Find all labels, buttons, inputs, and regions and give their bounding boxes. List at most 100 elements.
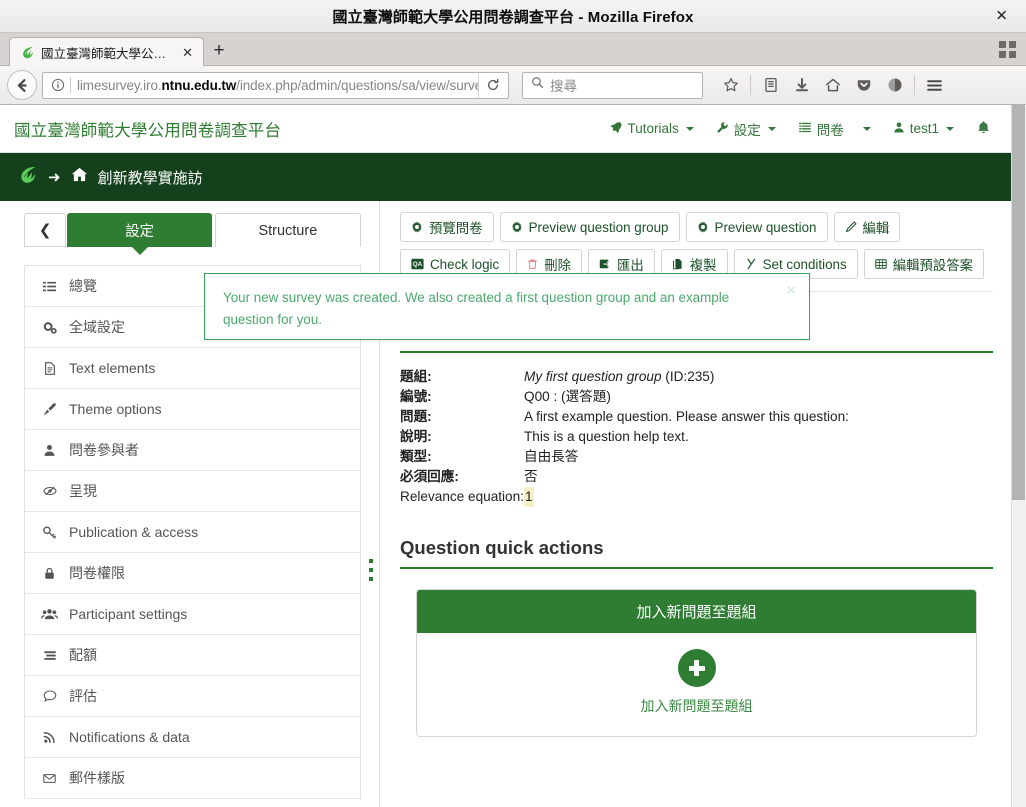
- sidebar-item-survey-permissions[interactable]: 問卷權限: [25, 553, 360, 594]
- rss-icon: [41, 730, 58, 744]
- topnav-label-settings: 設定: [733, 122, 761, 138]
- row-value: 否: [524, 469, 538, 484]
- sidebar-item-survey-participants[interactable]: 問卷參與者: [25, 430, 360, 471]
- sidebar-label: Participant settings: [69, 606, 188, 622]
- window-title: 國立臺灣師範大學公用問卷調查平台 - Mozilla Firefox: [332, 8, 694, 26]
- preview-question-group-button[interactable]: Preview question group: [499, 212, 680, 242]
- copy-icon: [672, 258, 684, 270]
- browser-tab-close-icon[interactable]: ✕: [178, 46, 197, 59]
- sidebar-item-theme-options[interactable]: Theme options: [25, 389, 360, 430]
- browser-tab[interactable]: 國立臺灣師範大學公… ✕: [9, 37, 204, 66]
- topnav-item-tutorials[interactable]: Tutorials: [609, 121, 694, 137]
- pocket-icon[interactable]: [849, 71, 878, 100]
- search-icon: [531, 76, 544, 94]
- sidebar-item-participant-settings[interactable]: Participant settings: [25, 594, 360, 635]
- sidebar-item-notifications-data[interactable]: Notifications & data: [25, 717, 360, 758]
- envelope-icon: [41, 772, 58, 785]
- rocket-icon: [609, 121, 622, 137]
- window-close-button[interactable]: ✕: [989, 7, 1014, 26]
- browser-tabstrip: 國立臺灣師範大學公… ✕ +: [0, 33, 1026, 66]
- user-icon: [41, 443, 58, 458]
- row-key: 編號:: [400, 389, 432, 404]
- topnav-item-surveys[interactable]: 問卷: [798, 119, 871, 139]
- sidebar-tabs: ❮ 設定 Structure: [0, 201, 379, 247]
- chevron-down-icon: [685, 126, 694, 131]
- sidebar-label: 問卷權限: [69, 565, 125, 581]
- sidebar-item-assessments[interactable]: 評估: [25, 676, 360, 717]
- page-info-icon[interactable]: [49, 78, 67, 92]
- toolbar-label: 編輯: [862, 221, 890, 236]
- new-tab-button[interactable]: +: [204, 36, 234, 65]
- gears-icon: [41, 320, 58, 335]
- page-scrollbar-thumb[interactable]: [1012, 105, 1025, 500]
- sidebar-label: Publication & access: [69, 524, 199, 540]
- row-key: 問題:: [400, 409, 432, 424]
- edit-question-button[interactable]: 編輯: [833, 212, 901, 242]
- key-icon: [41, 525, 58, 540]
- sidebar-label: 全域設定: [69, 319, 125, 335]
- page-scrollbar[interactable]: [1011, 105, 1026, 807]
- sync-icon[interactable]: [880, 71, 909, 100]
- topnav-label-user: test1: [909, 121, 939, 136]
- library-icon[interactable]: [756, 71, 785, 100]
- app-topnav: Tutorials 設定 問卷 test1: [609, 119, 991, 139]
- hamburger-menu-icon[interactable]: [920, 71, 949, 100]
- tab-settings[interactable]: 設定: [67, 213, 212, 247]
- reload-icon[interactable]: [478, 72, 506, 98]
- sidebar-item-quotas[interactable]: 配額: [25, 635, 360, 676]
- sidebar-label: 問卷參與者: [69, 442, 139, 458]
- back-arrow-icon[interactable]: [7, 70, 37, 100]
- sidebar-item-text-elements[interactable]: Text elements: [25, 348, 360, 389]
- sidebar-label: 配額: [69, 647, 97, 663]
- address-bar[interactable]: limesurvey.iro.ntnu.edu.tw/index.php/adm…: [42, 71, 509, 99]
- browser-search-input[interactable]: 搜尋: [550, 75, 577, 95]
- topnav-label-tutorials: Tutorials: [627, 121, 679, 136]
- topnav-item-user[interactable]: test1: [893, 121, 954, 137]
- svg-text:QA: QA: [413, 261, 423, 268]
- close-icon[interactable]: ×: [787, 283, 796, 299]
- sidebar-resize-handle[interactable]: [368, 559, 373, 581]
- breadcrumb-survey-title[interactable]: 創新教學實施訪: [98, 167, 203, 188]
- home-icon[interactable]: [818, 71, 847, 100]
- pencil-icon: [845, 221, 857, 233]
- add-question-panel-body[interactable]: 加入新問題至題組: [417, 633, 976, 736]
- sidebar-label: 郵件樣版: [69, 770, 125, 786]
- row-value: A first example question. Please answer …: [524, 409, 849, 424]
- sidebar-item-presentation[interactable]: 呈現: [25, 471, 360, 512]
- grid-icon[interactable]: [998, 40, 1018, 60]
- bell-icon: [976, 120, 991, 138]
- preview-survey-button[interactable]: 預覽問卷: [400, 212, 494, 242]
- add-question-link[interactable]: 加入新問題至題組: [417, 696, 976, 716]
- limesurvey-leaf-icon: [20, 45, 35, 60]
- app-brand-title: 國立臺灣師範大學公用問卷調查平台: [14, 121, 282, 140]
- edit-default-answers-button[interactable]: 編輯預設答案: [863, 249, 985, 279]
- notifications-button[interactable]: [976, 120, 991, 138]
- row-value: 自由長答: [524, 449, 579, 464]
- row-value: This is a question help text.: [524, 429, 689, 444]
- browser-search-bar[interactable]: 搜尋: [522, 71, 703, 99]
- success-alert-message: Your new survey was created. We also cre…: [223, 290, 730, 327]
- breadcrumb: ➜ 創新教學實施訪: [0, 153, 1011, 201]
- home-icon[interactable]: [71, 166, 88, 188]
- table-row: 編號: Q00 : (選答題): [400, 387, 993, 407]
- sidebar-label: 總覽: [69, 278, 97, 294]
- download-arrow-icon[interactable]: [787, 71, 816, 100]
- toolbar-label: 複製: [689, 258, 717, 273]
- app-header: 國立臺灣師範大學公用問卷調查平台 Tutorials 設定 問卷 test1: [0, 105, 1011, 153]
- sidebar-item-publication-access[interactable]: Publication & access: [25, 512, 360, 553]
- question-overview-table: 題組: My first question group (ID:235) 編號:…: [400, 353, 993, 507]
- chevron-down-icon: [946, 126, 954, 131]
- tab-structure[interactable]: Structure: [214, 213, 361, 247]
- gear-icon: [697, 221, 709, 233]
- row-key: Relevance equation:: [400, 489, 524, 504]
- plus-circle-icon[interactable]: [677, 649, 716, 687]
- star-icon[interactable]: [716, 71, 745, 100]
- topnav-item-settings[interactable]: 設定: [716, 119, 776, 139]
- sidebar-item-email-templates[interactable]: 郵件樣版: [25, 758, 360, 799]
- success-alert: Your new survey was created. We also cre…: [204, 273, 810, 340]
- sidebar-label: 評估: [69, 688, 97, 704]
- sidebar-collapse-button[interactable]: ❮: [24, 213, 67, 247]
- eye-slash-icon: [41, 484, 58, 498]
- preview-question-button[interactable]: Preview question: [685, 212, 828, 242]
- align-icon: [41, 649, 58, 662]
